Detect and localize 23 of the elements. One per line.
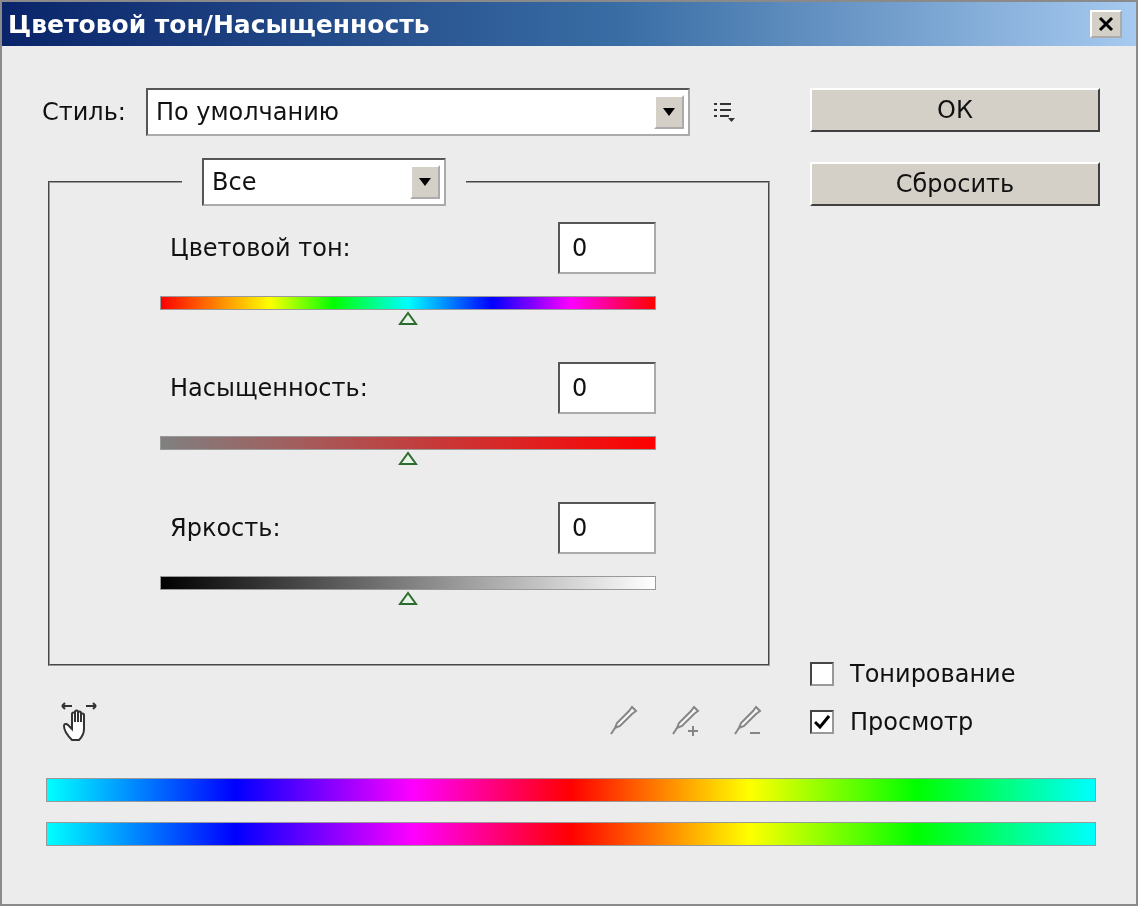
value-field[interactable]: 0 xyxy=(558,502,656,554)
window-title: Цветовой тон/Насыщенность xyxy=(8,9,430,39)
caret-icon xyxy=(418,177,432,187)
close-icon xyxy=(1098,16,1114,32)
list-menu-icon xyxy=(712,101,735,123)
slider-label: Насыщенность: xyxy=(170,374,368,402)
dialog-button[interactable]: ОК xyxy=(810,88,1100,132)
checkbox[interactable] xyxy=(810,662,834,686)
caret-icon xyxy=(661,107,676,117)
checkbox-label: Тонирование xyxy=(850,660,1016,688)
value-field[interactable]: 0 xyxy=(558,222,656,274)
value-field[interactable]: 0 xyxy=(558,362,656,414)
checkbox[interactable] xyxy=(810,710,834,734)
dialog-button[interactable]: Сбросить xyxy=(810,162,1100,206)
check-icon xyxy=(814,715,830,729)
style-label: Стиль: xyxy=(42,98,126,126)
slider-label: Яркость: xyxy=(170,514,281,542)
close-button[interactable] xyxy=(1090,10,1122,38)
hand-icon[interactable] xyxy=(60,700,98,742)
slider-label: Цветовой тон: xyxy=(170,234,351,262)
channel-dropdown[interactable]: Все xyxy=(202,158,446,206)
style-dropdown[interactable]: По умолчанию xyxy=(145,88,690,136)
checkbox-label: Просмотр xyxy=(850,708,974,736)
